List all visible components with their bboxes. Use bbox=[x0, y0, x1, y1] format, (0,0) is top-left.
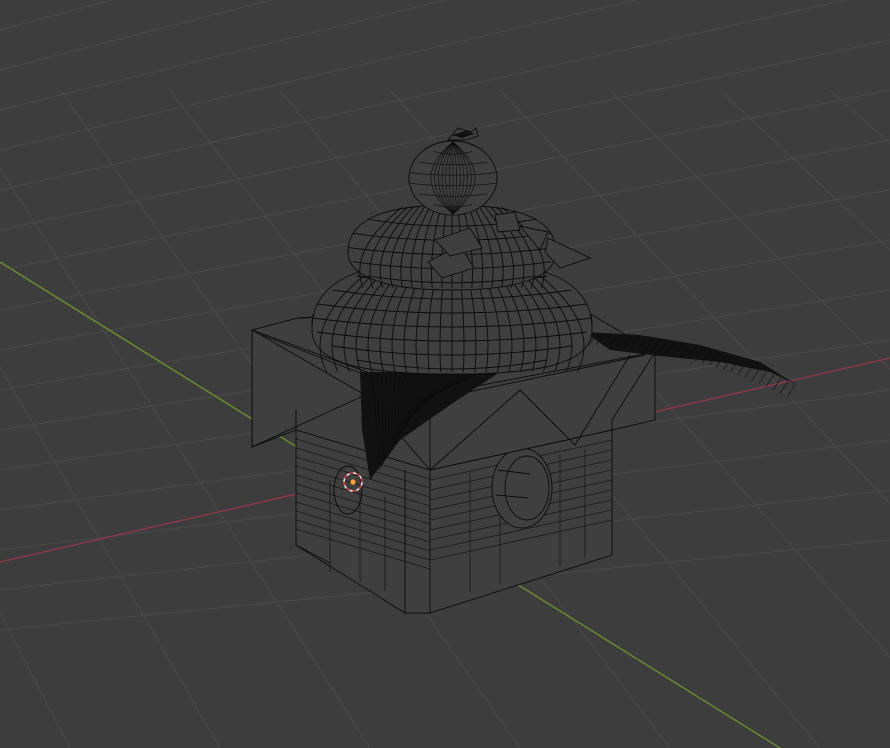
grid-line bbox=[0, 0, 448, 111]
grid-line bbox=[829, 89, 890, 145]
3d-viewport[interactable] bbox=[0, 0, 890, 748]
grid-line bbox=[0, 366, 221, 748]
fern-rib bbox=[758, 371, 767, 384]
grid-line bbox=[719, 89, 890, 251]
daidai-orange[interactable] bbox=[408, 127, 498, 216]
grid-line bbox=[0, 0, 273, 71]
origin-point-icon bbox=[350, 479, 356, 485]
grid-line bbox=[0, 0, 114, 31]
fern-rib bbox=[786, 384, 796, 398]
fern-rib bbox=[751, 368, 760, 381]
grid-line bbox=[0, 611, 71, 748]
stand-hole-right bbox=[491, 447, 553, 529]
viewport-canvas[interactable] bbox=[0, 0, 890, 748]
grid-line bbox=[0, 0, 638, 151]
kagami-mochi-mesh-icon[interactable] bbox=[251, 127, 797, 614]
